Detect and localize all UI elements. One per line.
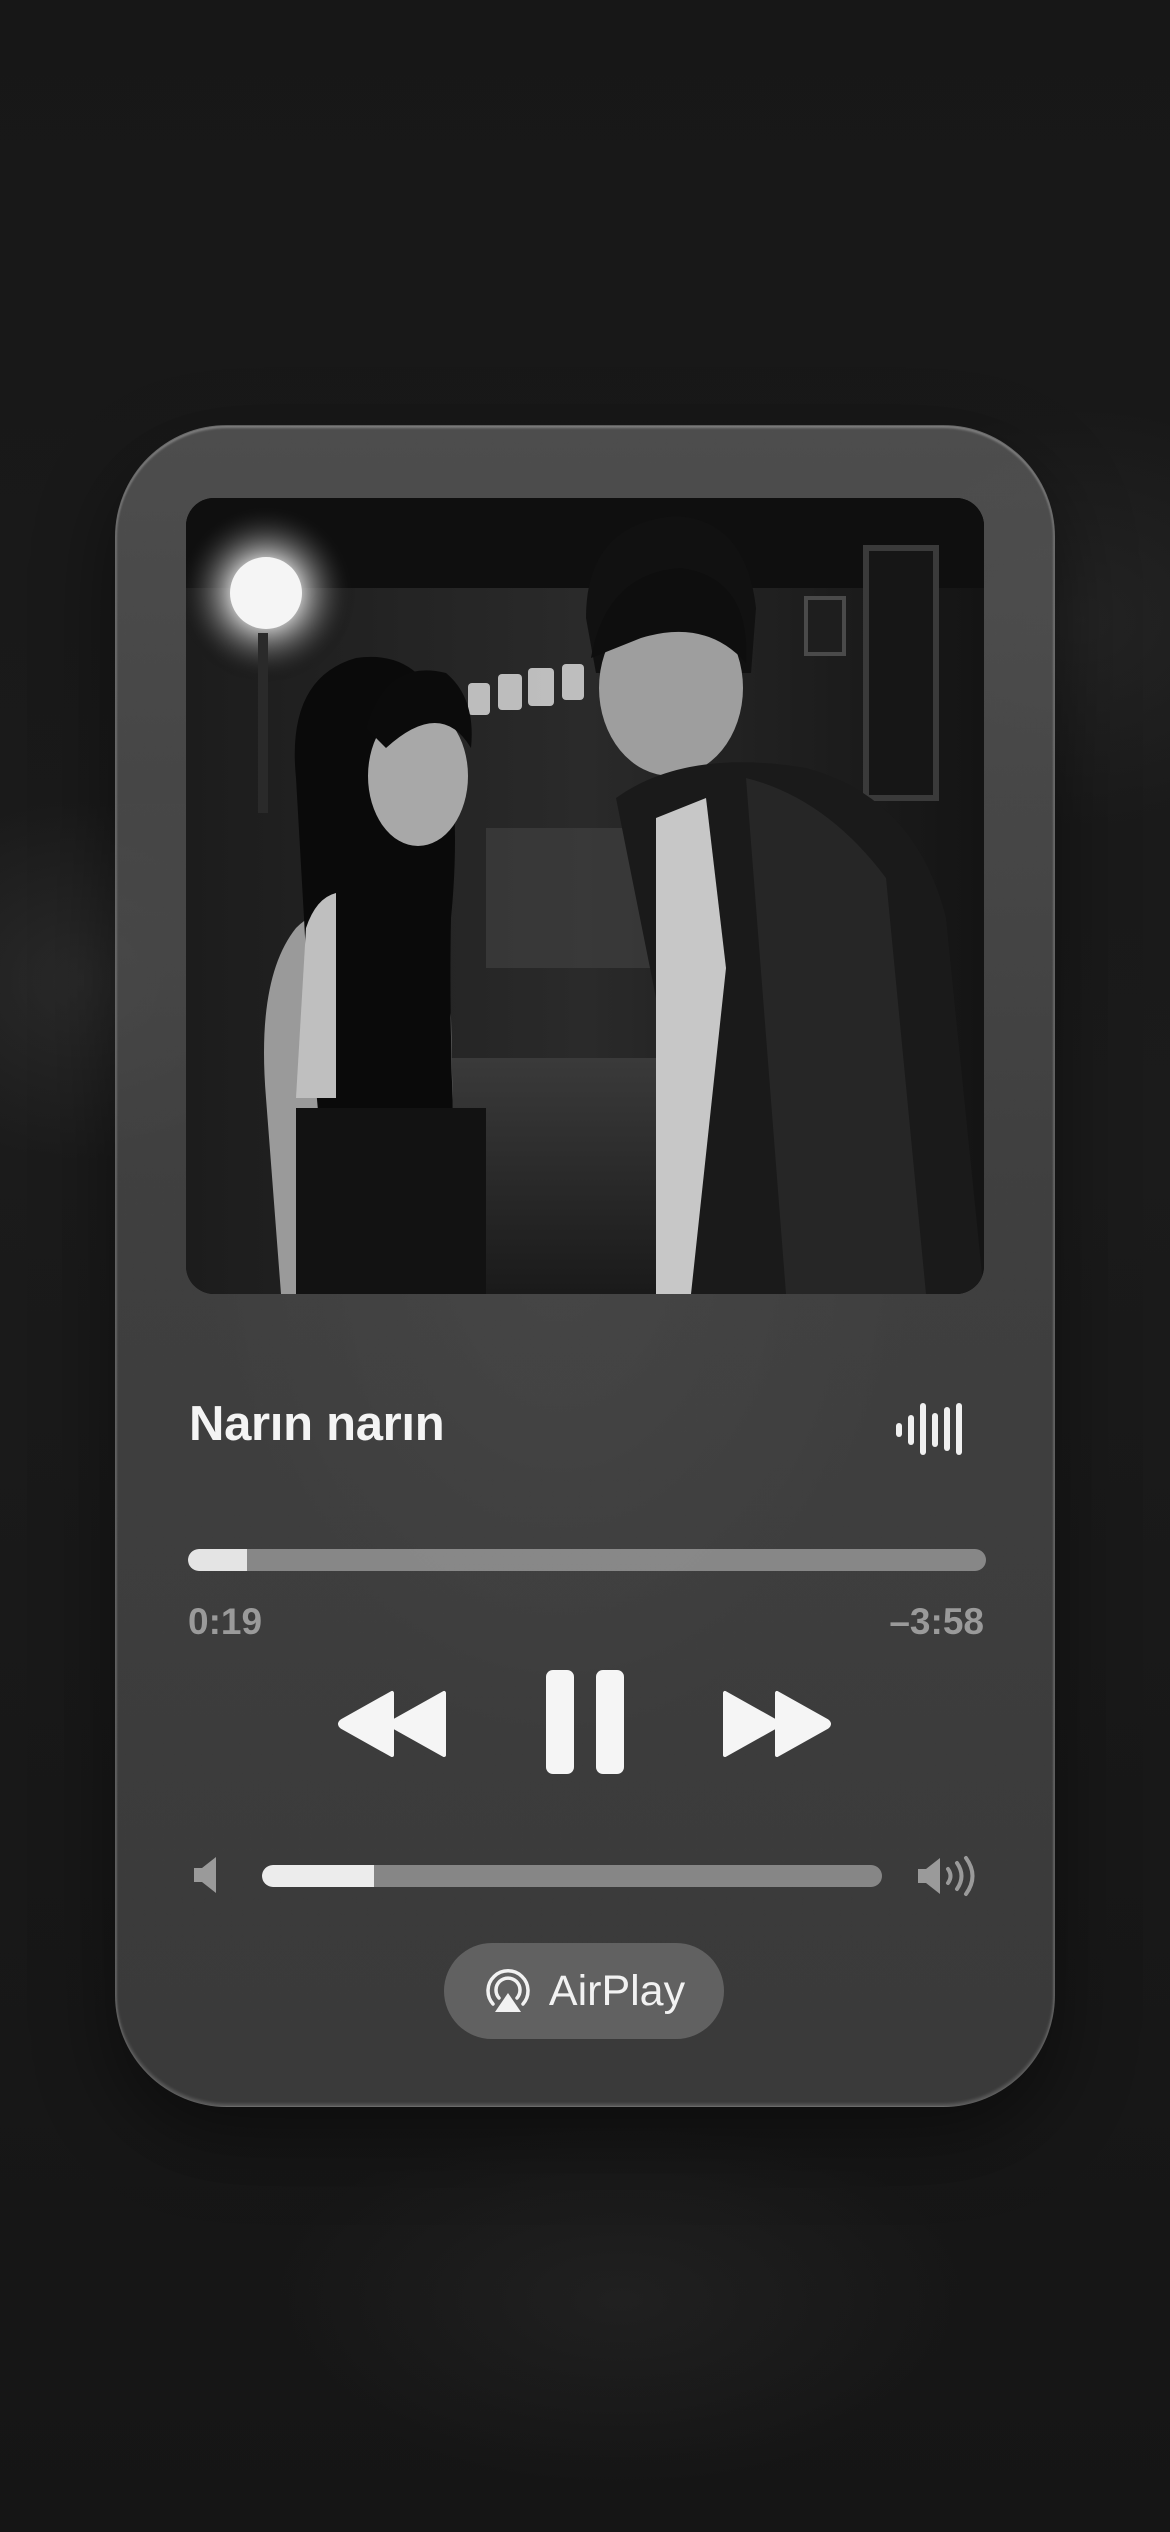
volume-slider[interactable]: [262, 1865, 882, 1887]
speaker-high-icon[interactable]: [916, 1855, 982, 1897]
airplay-button[interactable]: AirPlay: [444, 1943, 724, 2039]
remaining-time: –3:58: [889, 1601, 984, 1642]
pause-icon[interactable]: [546, 1670, 624, 1774]
album-artwork-image: [186, 498, 984, 1294]
album-artwork[interactable]: [186, 498, 984, 1294]
speaker-low-icon[interactable]: [192, 1855, 224, 1895]
airplay-label: AirPlay: [548, 1966, 686, 2015]
waveform-icon[interactable]: [894, 1401, 964, 1457]
elapsed-time: 0:19: [188, 1601, 263, 1642]
playback-scrubber[interactable]: [188, 1549, 986, 1571]
track-title: Narın narın: [189, 1397, 445, 1451]
airplay-icon: [486, 1969, 530, 2012]
now-playing-card: Narın narın 0:19 –3:58 AirPlay: [115, 425, 1055, 2107]
playback-progress-fill: [188, 1549, 248, 1571]
volume-level-fill: [262, 1865, 374, 1887]
fast-forward-icon[interactable]: [721, 1689, 831, 1759]
rewind-icon[interactable]: [338, 1689, 448, 1759]
